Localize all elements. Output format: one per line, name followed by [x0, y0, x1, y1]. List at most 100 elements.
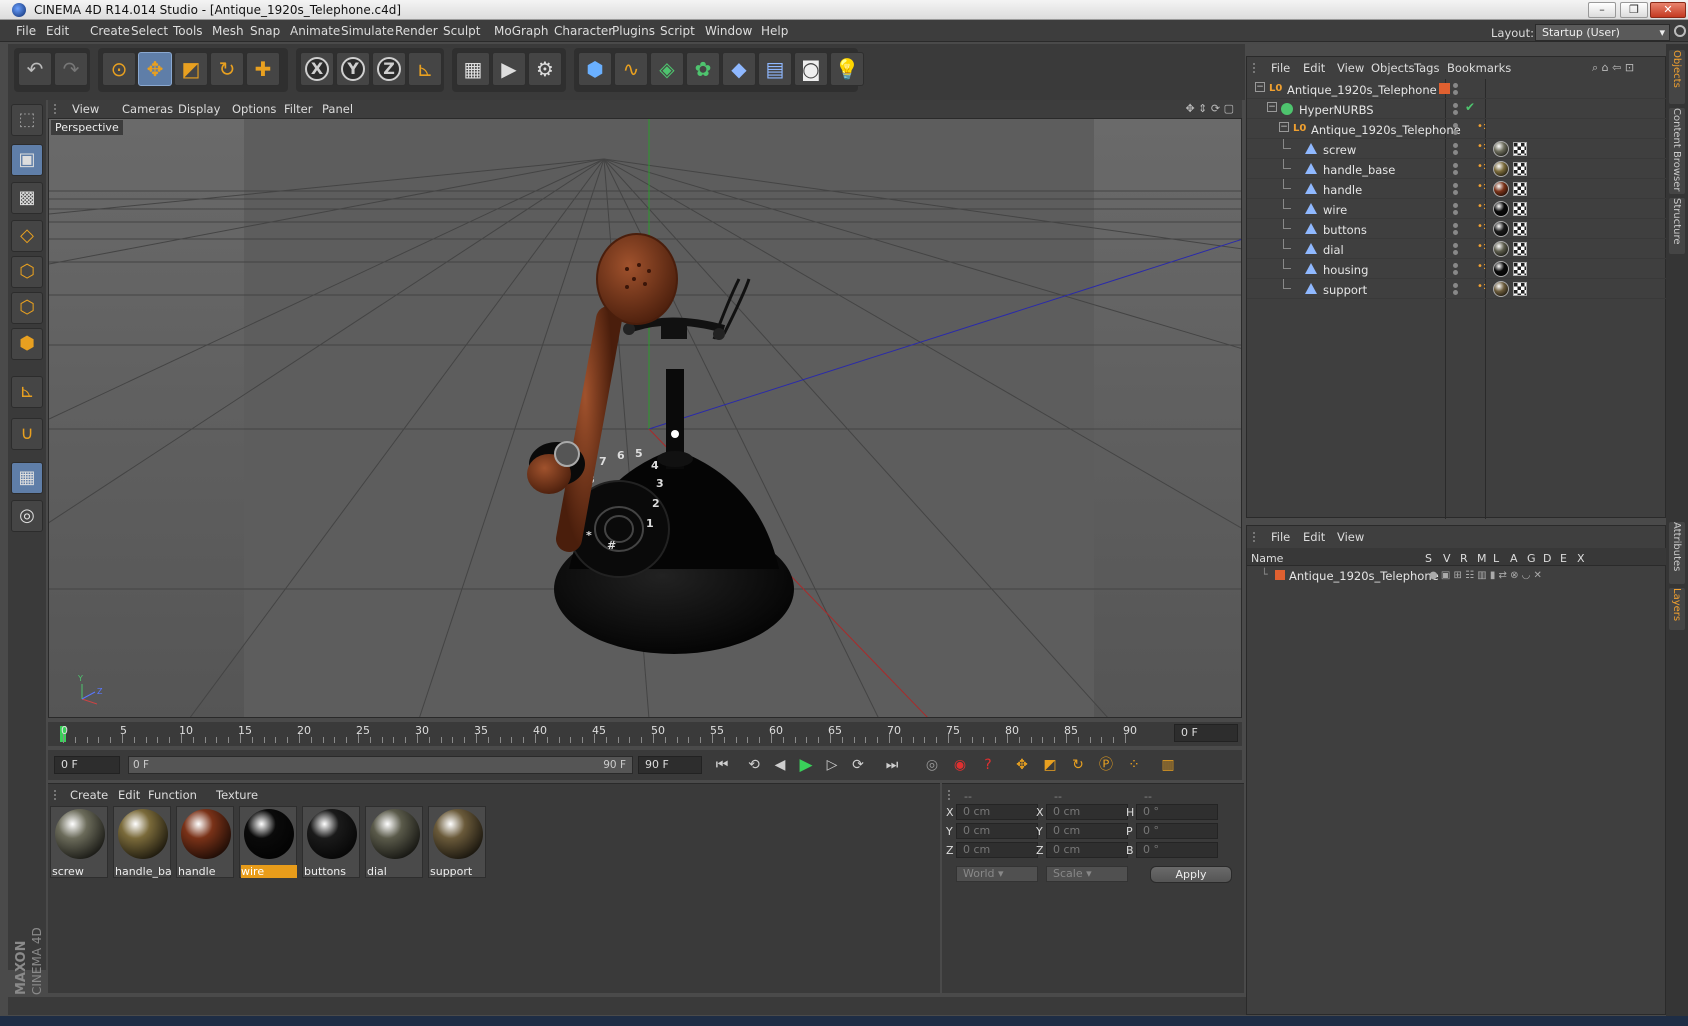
key-rotation-icon[interactable]: ↻ — [1066, 754, 1090, 778]
uvw-tag-icon[interactable] — [1513, 282, 1527, 296]
material-tag-icon[interactable] — [1493, 161, 1509, 177]
material-menu-edit[interactable]: Edit — [118, 788, 140, 802]
edges-mode-icon[interactable]: ⬡ — [11, 292, 43, 324]
z-axis-lock-icon[interactable]: Z — [372, 52, 406, 86]
previous-key-icon[interactable]: ⟲ — [742, 754, 766, 778]
current-frame-field[interactable]: 0 F — [1174, 724, 1238, 742]
material-handle[interactable]: handle — [176, 806, 234, 878]
y-axis-lock-icon[interactable]: Y — [336, 52, 370, 86]
coord-size-field[interactable]: 0 cm — [1046, 823, 1128, 839]
timeline-ruler[interactable]: 0 5 10 15 20 25 30 35 40 45 50 55 60 65 70 75 80 85 90 — [60, 722, 1170, 746]
object-row-support[interactable]: support •: — [1247, 279, 1667, 299]
object-row-screw[interactable]: screw •: — [1247, 139, 1667, 159]
object-menu-tags[interactable]: Tags — [1414, 61, 1439, 75]
menu-plugins[interactable]: Plugins — [612, 24, 655, 38]
scale-tool-icon[interactable]: ◩ — [174, 52, 208, 86]
points-mode-icon[interactable]: ⬡ — [11, 256, 43, 288]
tab-structure[interactable]: Structure — [1669, 198, 1685, 254]
material-support[interactable]: support — [428, 806, 486, 878]
object-name[interactable]: screw — [1323, 143, 1356, 157]
layer-column-a[interactable]: A — [1510, 552, 1518, 565]
object-row-buttons[interactable]: buttons •: — [1247, 219, 1667, 239]
uvw-tag-icon[interactable] — [1513, 222, 1527, 236]
material-menu-create[interactable]: Create — [70, 788, 108, 802]
perspective-viewport[interactable]: 654 321 789 0*# Y Z — [48, 118, 1242, 718]
coord-position-field[interactable]: 0 cm — [956, 823, 1038, 839]
menu-simulate[interactable]: Simulate — [341, 24, 394, 38]
render-visibility-dot[interactable] — [1453, 250, 1458, 255]
record-keys-icon[interactable]: ◎ — [920, 754, 944, 778]
polygons-mode-icon[interactable]: ⬢ — [11, 328, 43, 360]
close-button[interactable]: ✕ — [1650, 2, 1686, 18]
uvw-tag-icon[interactable] — [1513, 262, 1527, 276]
next-key-icon[interactable]: ⟳ — [846, 754, 870, 778]
coord-size-field[interactable]: 0 cm — [1046, 842, 1128, 858]
next-frame-icon[interactable]: ▷ — [820, 754, 844, 778]
object-name[interactable]: wire — [1323, 203, 1347, 217]
magnet-snap-icon[interactable]: ∪ — [11, 418, 43, 450]
editor-visibility-dot[interactable] — [1453, 143, 1458, 148]
move-tool-icon[interactable]: ✥ — [138, 52, 172, 86]
locked-workplane-icon[interactable]: ◎ — [11, 500, 43, 532]
object-menu-view[interactable]: View — [1337, 61, 1364, 75]
layer-row[interactable]: └ Antique_1920s_Telephone ● ▣ ⊞ ☷ ▥ ▮ ⇄ … — [1247, 566, 1667, 584]
spline-pen-icon[interactable]: ∿ — [614, 52, 648, 86]
expand-toggle-icon[interactable]: − — [1267, 102, 1277, 112]
end-frame-field[interactable]: 90 F — [638, 756, 702, 774]
menu-window[interactable]: Window — [705, 24, 752, 38]
render-visibility-dot[interactable] — [1453, 290, 1458, 295]
viewport-menu-options[interactable]: Options — [232, 102, 276, 116]
layer-name[interactable]: Antique_1920s_Telephone — [1289, 569, 1439, 583]
apply-button[interactable]: Apply — [1150, 866, 1232, 883]
floor-environment-icon[interactable]: ▤ — [758, 52, 792, 86]
object-name[interactable]: HyperNURBS — [1299, 103, 1374, 117]
material-menu-texture[interactable]: Texture — [216, 788, 258, 802]
render-visibility-dot[interactable] — [1453, 190, 1458, 195]
render-visibility-dot[interactable] — [1453, 110, 1458, 115]
uvw-tag-icon[interactable] — [1513, 182, 1527, 196]
render-visibility-dot[interactable] — [1453, 90, 1458, 95]
nurbs-generator-icon[interactable]: ◈ — [650, 52, 684, 86]
workplane-lock-icon[interactable]: ▦ — [11, 462, 43, 494]
coordinate-system-icon[interactable]: ⊾ — [408, 52, 442, 86]
render-visibility-dot[interactable] — [1453, 230, 1458, 235]
layer-column-m[interactable]: M — [1477, 552, 1487, 565]
layer-menu-edit[interactable]: Edit — [1303, 530, 1325, 544]
material-buttons[interactable]: buttons — [302, 806, 360, 878]
minimize-button[interactable]: – — [1588, 2, 1616, 18]
material-tag-icon[interactable] — [1493, 141, 1509, 157]
goto-start-icon[interactable]: ⏮ — [710, 754, 734, 778]
uvw-tag-icon[interactable] — [1513, 202, 1527, 216]
menu-help[interactable]: Help — [761, 24, 788, 38]
object-menu-edit[interactable]: Edit — [1303, 61, 1325, 75]
menu-sculpt[interactable]: Sculpt — [443, 24, 480, 38]
model-mode-icon[interactable]: ▣ — [11, 144, 43, 176]
layer-column-l[interactable]: L — [1493, 552, 1499, 565]
layer-color-swatch[interactable] — [1275, 570, 1285, 580]
menu-edit[interactable]: Edit — [46, 24, 69, 38]
material-wire[interactable]: wire — [239, 806, 297, 878]
editor-visibility-dot[interactable] — [1453, 203, 1458, 208]
enabled-check-icon[interactable]: ✔ — [1465, 100, 1475, 114]
object-name[interactable]: housing — [1323, 263, 1368, 277]
x-axis-lock-icon[interactable]: X — [300, 52, 334, 86]
redo-icon[interactable]: ↷ — [54, 52, 88, 86]
viewport-menu-filter[interactable]: Filter — [284, 102, 312, 116]
editor-visibility-dot[interactable] — [1453, 263, 1458, 268]
coord-position-field[interactable]: 0 cm — [956, 842, 1038, 858]
object-name[interactable]: support — [1323, 283, 1367, 297]
layer-toggle-icons[interactable]: ● ▣ ⊞ ☷ ▥ ▮ ⇄ ⊗ ◡ ✕ — [1429, 570, 1542, 581]
uvw-tag-icon[interactable] — [1513, 142, 1527, 156]
tab-layers[interactable]: Layers — [1669, 588, 1685, 630]
key-position-icon[interactable]: ✥ — [1010, 754, 1034, 778]
editor-visibility-dot[interactable] — [1453, 243, 1458, 248]
layer-column-s[interactable]: S — [1425, 552, 1432, 565]
object-name[interactable]: dial — [1323, 243, 1344, 257]
object-row-handle-base[interactable]: handle_base •: — [1247, 159, 1667, 179]
material-screw[interactable]: screw — [50, 806, 108, 878]
key-scale-icon[interactable]: ◩ — [1038, 754, 1062, 778]
workplane-mode-icon[interactable]: ◇ — [11, 220, 43, 252]
object-menu-file[interactable]: File — [1271, 61, 1290, 75]
material-tag-icon[interactable] — [1493, 181, 1509, 197]
editor-visibility-dot[interactable] — [1453, 163, 1458, 168]
